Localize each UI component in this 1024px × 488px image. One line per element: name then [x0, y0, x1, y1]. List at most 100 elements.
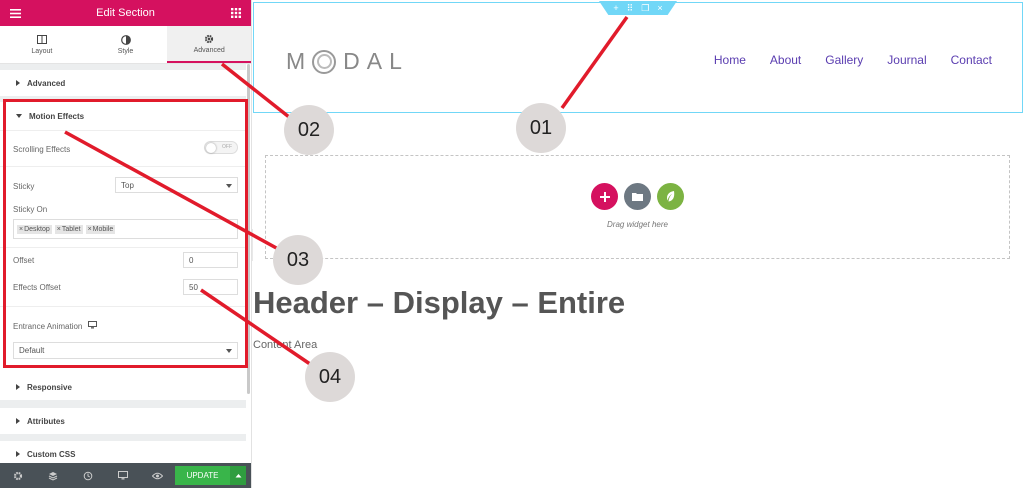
chip-mobile: × Mobile: [85, 224, 116, 234]
main-navigation: Home About Gallery Journal Contact: [714, 53, 992, 67]
nav-home[interactable]: Home: [714, 53, 746, 67]
duplicate-section-icon[interactable]: ❐: [641, 3, 649, 13]
logo-letter: M: [286, 48, 313, 74]
chip-label: Mobile: [92, 225, 114, 233]
drop-zone-label: Drag widget here: [607, 220, 668, 229]
entrance-animation-select[interactable]: Default: [13, 342, 238, 359]
navigator-layers-icon[interactable]: [35, 463, 70, 488]
add-section-icon[interactable]: +: [613, 3, 618, 13]
gear-icon: [204, 33, 214, 44]
folder-icon: [632, 193, 643, 201]
effects-offset-input[interactable]: 50: [183, 279, 238, 295]
nav-journal[interactable]: Journal: [887, 53, 926, 67]
toggle-state-text: OFF: [222, 144, 232, 150]
chevron-down-icon: [226, 349, 232, 353]
update-options-button[interactable]: [230, 466, 246, 485]
widgets-grid-icon[interactable]: [230, 7, 242, 19]
tab-style-label: Style: [117, 48, 134, 55]
preview-eye-icon[interactable]: [140, 463, 175, 488]
add-new-section-button[interactable]: [591, 183, 618, 210]
effects-offset-label: Effects Offset: [13, 283, 61, 292]
sticky-on-multiselect[interactable]: × Desktop × Tablet × Mobile: [13, 219, 238, 239]
section-advanced[interactable]: Advanced: [0, 70, 246, 96]
entrance-animation-label: Entrance Animation: [13, 321, 83, 331]
style-icon: [120, 34, 131, 45]
offset-input[interactable]: 0: [183, 252, 238, 268]
chip-desktop: × Desktop: [17, 224, 52, 234]
motion-effects-header[interactable]: Motion Effects: [0, 102, 246, 130]
section-attributes-label: Attributes: [27, 416, 65, 426]
logo-ring-icon: [312, 49, 337, 74]
chip-label: Desktop: [24, 225, 50, 233]
sticky-select-value: Top: [121, 180, 134, 190]
sticky-select[interactable]: Top: [115, 177, 238, 193]
panel-footer: UPDATE: [0, 463, 251, 488]
site-logo[interactable]: M DAL: [286, 48, 409, 75]
header-section[interactable]: M DAL Home About Gallery Journal Contact: [253, 2, 1023, 113]
tab-layout-label: Layout: [31, 48, 53, 55]
section-responsive[interactable]: Responsive: [0, 374, 246, 400]
chip-tablet: × Tablet: [54, 224, 83, 234]
envato-elements-button[interactable]: [657, 183, 684, 210]
tab-layout[interactable]: Layout: [0, 26, 84, 63]
page-heading: Header – Display – Entire: [253, 285, 626, 320]
section-advanced-label: Advanced: [27, 78, 66, 88]
preview-canvas: M DAL Home About Gallery Journal Contact…: [253, 0, 1024, 488]
nav-contact[interactable]: Contact: [951, 53, 992, 67]
empty-drop-zone[interactable]: Drag widget here: [265, 155, 1010, 259]
section-motion-effects: Motion Effects Scrolling Effects OFF Sti…: [0, 102, 246, 380]
section-responsive-label: Responsive: [27, 382, 72, 392]
effects-offset-value: 50: [189, 282, 198, 292]
section-attributes[interactable]: Attributes: [0, 408, 246, 434]
sticky-label: Sticky: [13, 182, 35, 191]
divider: [0, 166, 246, 167]
panel-tabs: Layout Style Advanced: [0, 26, 251, 64]
chevron-down-icon: [226, 184, 232, 188]
panel-body: Advanced Motion Effects Scrolling Effect…: [0, 64, 246, 467]
chip-remove-icon[interactable]: ×: [19, 226, 23, 233]
sticky-on-label-row: Sticky On: [13, 205, 238, 214]
close-section-icon[interactable]: ×: [657, 3, 662, 13]
divider: [0, 306, 246, 307]
caret-down-icon: [16, 114, 22, 118]
hamburger-menu-icon[interactable]: [9, 7, 21, 19]
panel-scrollbar[interactable]: [247, 64, 250, 394]
plus-icon: [599, 191, 610, 202]
history-icon[interactable]: [70, 463, 105, 488]
scrolling-effects-toggle[interactable]: OFF: [204, 141, 238, 154]
section-handle-bar: + ⠿ ❐ ×: [599, 1, 677, 15]
sticky-on-label: Sticky On: [13, 205, 48, 214]
editor-panel: Edit Section Layout Style Advanced Advan…: [0, 0, 252, 488]
update-button[interactable]: UPDATE: [175, 466, 230, 485]
drag-section-icon[interactable]: ⠿: [627, 3, 634, 13]
tab-style[interactable]: Style: [84, 26, 168, 63]
divider: [0, 130, 246, 131]
layout-icon: [36, 34, 47, 45]
desktop-device-icon[interactable]: [88, 321, 98, 331]
caret-right-icon: [16, 80, 20, 86]
tab-advanced[interactable]: Advanced: [167, 26, 251, 63]
scrolling-effects-label: Scrolling Effects: [13, 145, 71, 154]
chip-remove-icon[interactable]: ×: [57, 226, 61, 233]
offset-value: 0: [189, 255, 194, 265]
toggle-knob: [206, 143, 216, 153]
section-motion-effects-label: Motion Effects: [29, 111, 85, 121]
leaf-icon: [666, 191, 674, 202]
add-template-button[interactable]: [624, 183, 651, 210]
settings-gear-icon[interactable]: [0, 463, 35, 488]
chip-label: Tablet: [61, 225, 81, 233]
entrance-animation-value: Default: [19, 346, 45, 355]
offset-label: Offset: [13, 256, 35, 265]
caret-up-icon: [235, 474, 241, 478]
chip-remove-icon[interactable]: ×: [88, 226, 92, 233]
drop-zone-buttons: [591, 183, 684, 210]
tab-advanced-label: Advanced: [193, 47, 225, 54]
caret-right-icon: [16, 451, 20, 457]
panel-title: Edit Section: [96, 7, 155, 19]
scrolling-effects-row: Scrolling Effects OFF: [13, 141, 238, 155]
nav-gallery[interactable]: Gallery: [825, 53, 863, 67]
entrance-animation-label-row: Entrance Animation: [13, 321, 238, 331]
responsive-mode-icon[interactable]: [105, 463, 140, 488]
content-area-text: Content Area: [253, 339, 318, 351]
nav-about[interactable]: About: [770, 53, 801, 67]
